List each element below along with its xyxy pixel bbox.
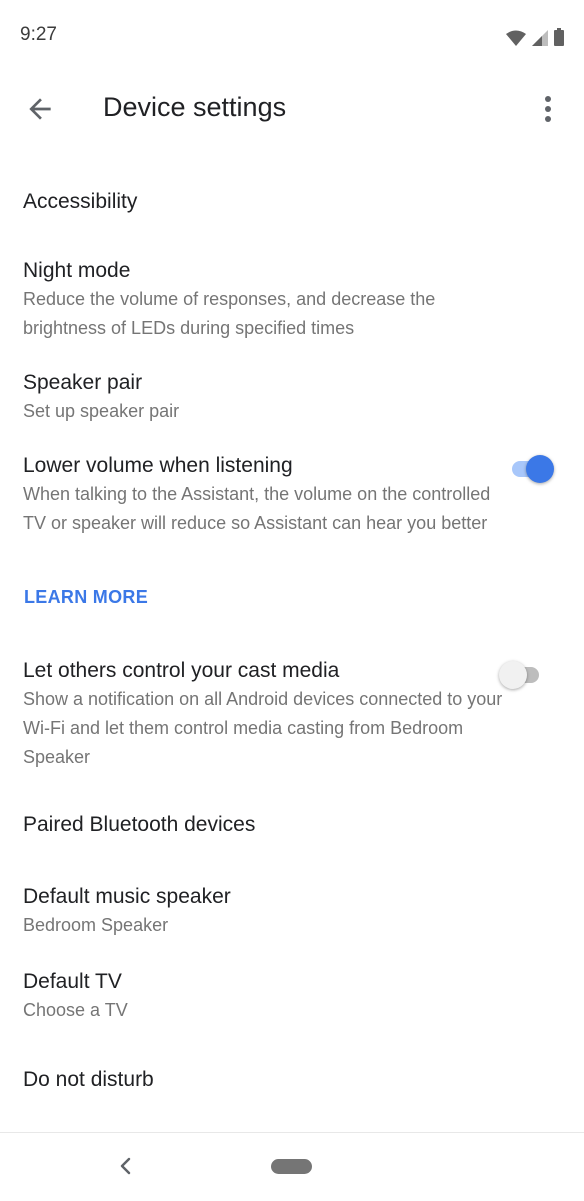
status-bar: 9:27 — [0, 0, 584, 70]
setting-subtitle: Choose a TV — [23, 1000, 128, 1020]
setting-paired-bluetooth[interactable]: Paired Bluetooth devices — [0, 795, 584, 859]
battery-icon — [554, 28, 564, 46]
setting-title: Accessibility — [23, 190, 138, 213]
cast-control-toggle[interactable] — [499, 659, 545, 691]
setting-title: Do not disturb — [23, 1068, 154, 1091]
setting-subtitle: Bedroom Speaker — [23, 915, 169, 935]
setting-speaker-pair[interactable]: Speaker pair Set up speaker pair — [0, 360, 584, 436]
setting-title: Paired Bluetooth devices — [23, 813, 256, 836]
setting-cast-control[interactable]: Let others control your cast media Show … — [0, 645, 584, 785]
setting-title: Lower volume when listening — [23, 454, 293, 477]
setting-lower-volume[interactable]: Lower volume when listening When talking… — [0, 440, 584, 580]
signal-icon — [532, 30, 548, 46]
setting-default-music-speaker[interactable]: Default music speaker Bedroom Speaker — [0, 872, 584, 948]
setting-default-tv[interactable]: Default TV Choose a TV — [0, 956, 584, 1032]
setting-subtitle: Set up speaker pair — [23, 401, 180, 421]
setting-title: Let others control your cast media — [23, 659, 340, 682]
toggle-thumb — [526, 455, 554, 483]
wifi-icon — [506, 30, 526, 46]
setting-subtitle: When talking to the Assistant, the volum… — [23, 484, 491, 533]
setting-accessibility[interactable]: Accessibility — [0, 170, 584, 234]
setting-subtitle: Show a notification on all Android devic… — [23, 689, 503, 767]
setting-do-not-disturb[interactable]: Do not disturb — [0, 1050, 584, 1114]
setting-title: Night mode — [23, 259, 131, 282]
status-icons — [506, 24, 564, 46]
nav-home-pill-icon[interactable] — [271, 1159, 312, 1174]
more-vert-icon[interactable] — [528, 93, 568, 125]
learn-more-link[interactable]: LEARN MORE — [24, 587, 148, 608]
toggle-thumb — [499, 661, 527, 689]
setting-subtitle: Reduce the volume of responses, and decr… — [23, 289, 436, 338]
system-nav-bar — [0, 1132, 584, 1201]
setting-title: Default music speaker — [23, 885, 231, 908]
setting-title: Default TV — [23, 970, 122, 993]
setting-night-mode[interactable]: Night mode Reduce the volume of response… — [0, 244, 584, 348]
status-time: 9:27 — [20, 24, 57, 45]
nav-back-icon[interactable] — [115, 1155, 137, 1177]
setting-title: Speaker pair — [23, 371, 143, 394]
page-title: Device settings — [103, 92, 287, 122]
arrow-back-icon[interactable] — [24, 93, 56, 125]
lower-volume-toggle[interactable] — [508, 453, 554, 485]
app-bar: Device settings — [0, 70, 584, 150]
